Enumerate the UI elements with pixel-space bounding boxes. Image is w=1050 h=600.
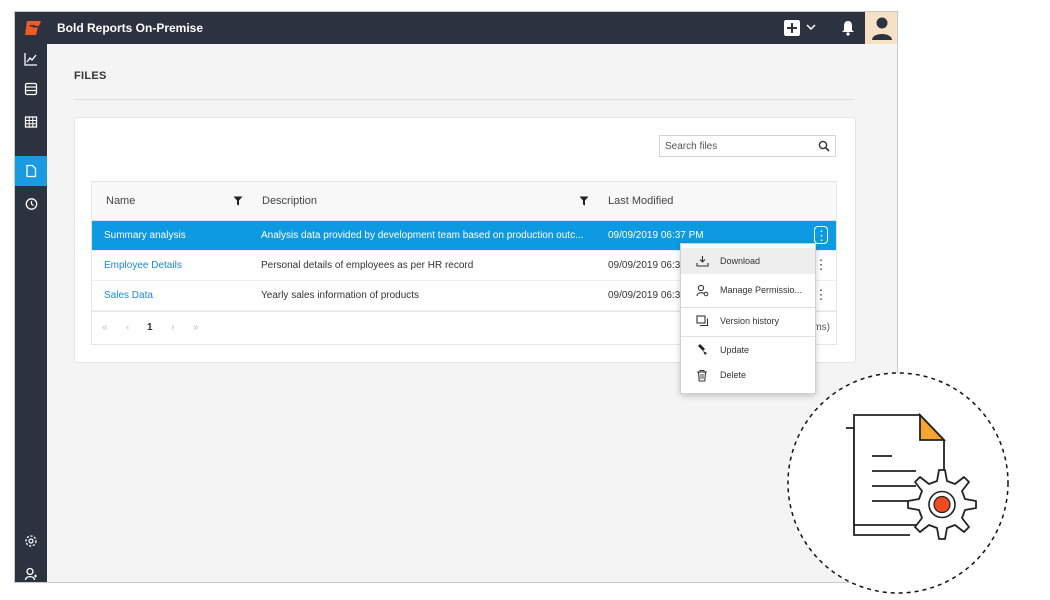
- manage-permission-icon: [695, 283, 709, 297]
- app-title: Bold Reports On-Premise: [57, 21, 204, 35]
- file-name-link[interactable]: Sales Data: [104, 290, 153, 301]
- more-options-icon[interactable]: ⋮: [814, 256, 828, 274]
- column-header-name[interactable]: Name: [106, 195, 135, 207]
- title-divider: [74, 99, 854, 100]
- pager-prev-button[interactable]: ‹: [126, 322, 129, 333]
- download-icon: [695, 254, 709, 268]
- notification-bell-icon[interactable]: [841, 20, 855, 36]
- column-header-description[interactable]: Description: [262, 195, 317, 207]
- sidebar-item-users[interactable]: [15, 559, 47, 582]
- sidebar-item-reports[interactable]: [15, 74, 47, 104]
- menu-item-label: Update: [720, 345, 750, 355]
- chart-icon: [24, 53, 37, 66]
- user-manage-icon: [24, 567, 37, 581]
- more-options-icon[interactable]: ⋮: [814, 226, 828, 244]
- gear-icon: [25, 535, 37, 547]
- user-avatar[interactable]: [865, 12, 897, 44]
- sidebar-item-datasets[interactable]: [15, 107, 47, 137]
- file-description: Personal details of employees as per HR …: [261, 260, 474, 271]
- menu-item-label: Download: [720, 256, 761, 266]
- file-name-link[interactable]: Employee Details: [104, 260, 182, 271]
- page-title: FILES: [74, 70, 107, 82]
- file-modified-date: 09/09/2019 06:3: [608, 260, 681, 271]
- menu-item-version-history[interactable]: Version history: [681, 308, 815, 334]
- file-icon: [26, 164, 37, 178]
- more-options-icon[interactable]: ⋮: [814, 286, 828, 304]
- menu-item-manage-permission[interactable]: Manage Permissio...: [681, 277, 815, 303]
- pager-last-button[interactable]: »: [193, 322, 199, 333]
- update-icon: [695, 343, 709, 357]
- delete-icon: [695, 368, 709, 382]
- pager-page-number[interactable]: 1: [147, 322, 153, 333]
- table-icon: [24, 116, 38, 128]
- menu-item-label: Manage Permissio...: [720, 285, 803, 295]
- sidebar-item-schedules[interactable]: [15, 189, 47, 219]
- search-input[interactable]: Search files: [659, 135, 836, 157]
- search-placeholder: Search files: [665, 141, 718, 152]
- filter-icon[interactable]: [579, 196, 589, 206]
- history-clock-icon: [25, 198, 38, 210]
- sidebar: [15, 44, 47, 582]
- sidebar-item-settings[interactable]: [15, 526, 47, 556]
- sidebar-item-files[interactable]: [15, 156, 47, 186]
- file-settings-illustration: [787, 372, 1009, 594]
- menu-item-label: Delete: [720, 370, 747, 380]
- top-bar: Bold Reports On-Premise: [15, 12, 897, 44]
- bold-reports-logo[interactable]: [24, 20, 42, 36]
- chevron-down-icon[interactable]: [806, 22, 816, 32]
- version-history-icon: [695, 314, 709, 328]
- search-icon[interactable]: [818, 140, 830, 152]
- pager-first-button[interactable]: «: [102, 322, 108, 333]
- menu-item-download[interactable]: Download: [681, 248, 815, 274]
- user-icon: [872, 17, 892, 40]
- column-header-last-modified[interactable]: Last Modified: [608, 195, 673, 207]
- file-modified-date: 09/09/2019 06:37 PM: [608, 230, 704, 241]
- menu-item-update[interactable]: Update: [681, 337, 815, 363]
- file-name-link[interactable]: Summary analysis: [104, 230, 186, 241]
- file-description: Analysis data provided by development te…: [261, 230, 584, 241]
- add-new-button[interactable]: [784, 20, 800, 36]
- pager-next-button[interactable]: ›: [171, 322, 174, 333]
- grid-header: Name Description Last Modified: [92, 182, 836, 221]
- menu-item-label: Version history: [720, 316, 780, 326]
- file-description: Yearly sales information of products: [261, 290, 420, 301]
- sidebar-item-dashboards[interactable]: [15, 44, 47, 74]
- filter-icon[interactable]: [233, 196, 243, 206]
- file-modified-date: 09/09/2019 06:3: [608, 290, 681, 301]
- report-list-icon: [24, 82, 38, 96]
